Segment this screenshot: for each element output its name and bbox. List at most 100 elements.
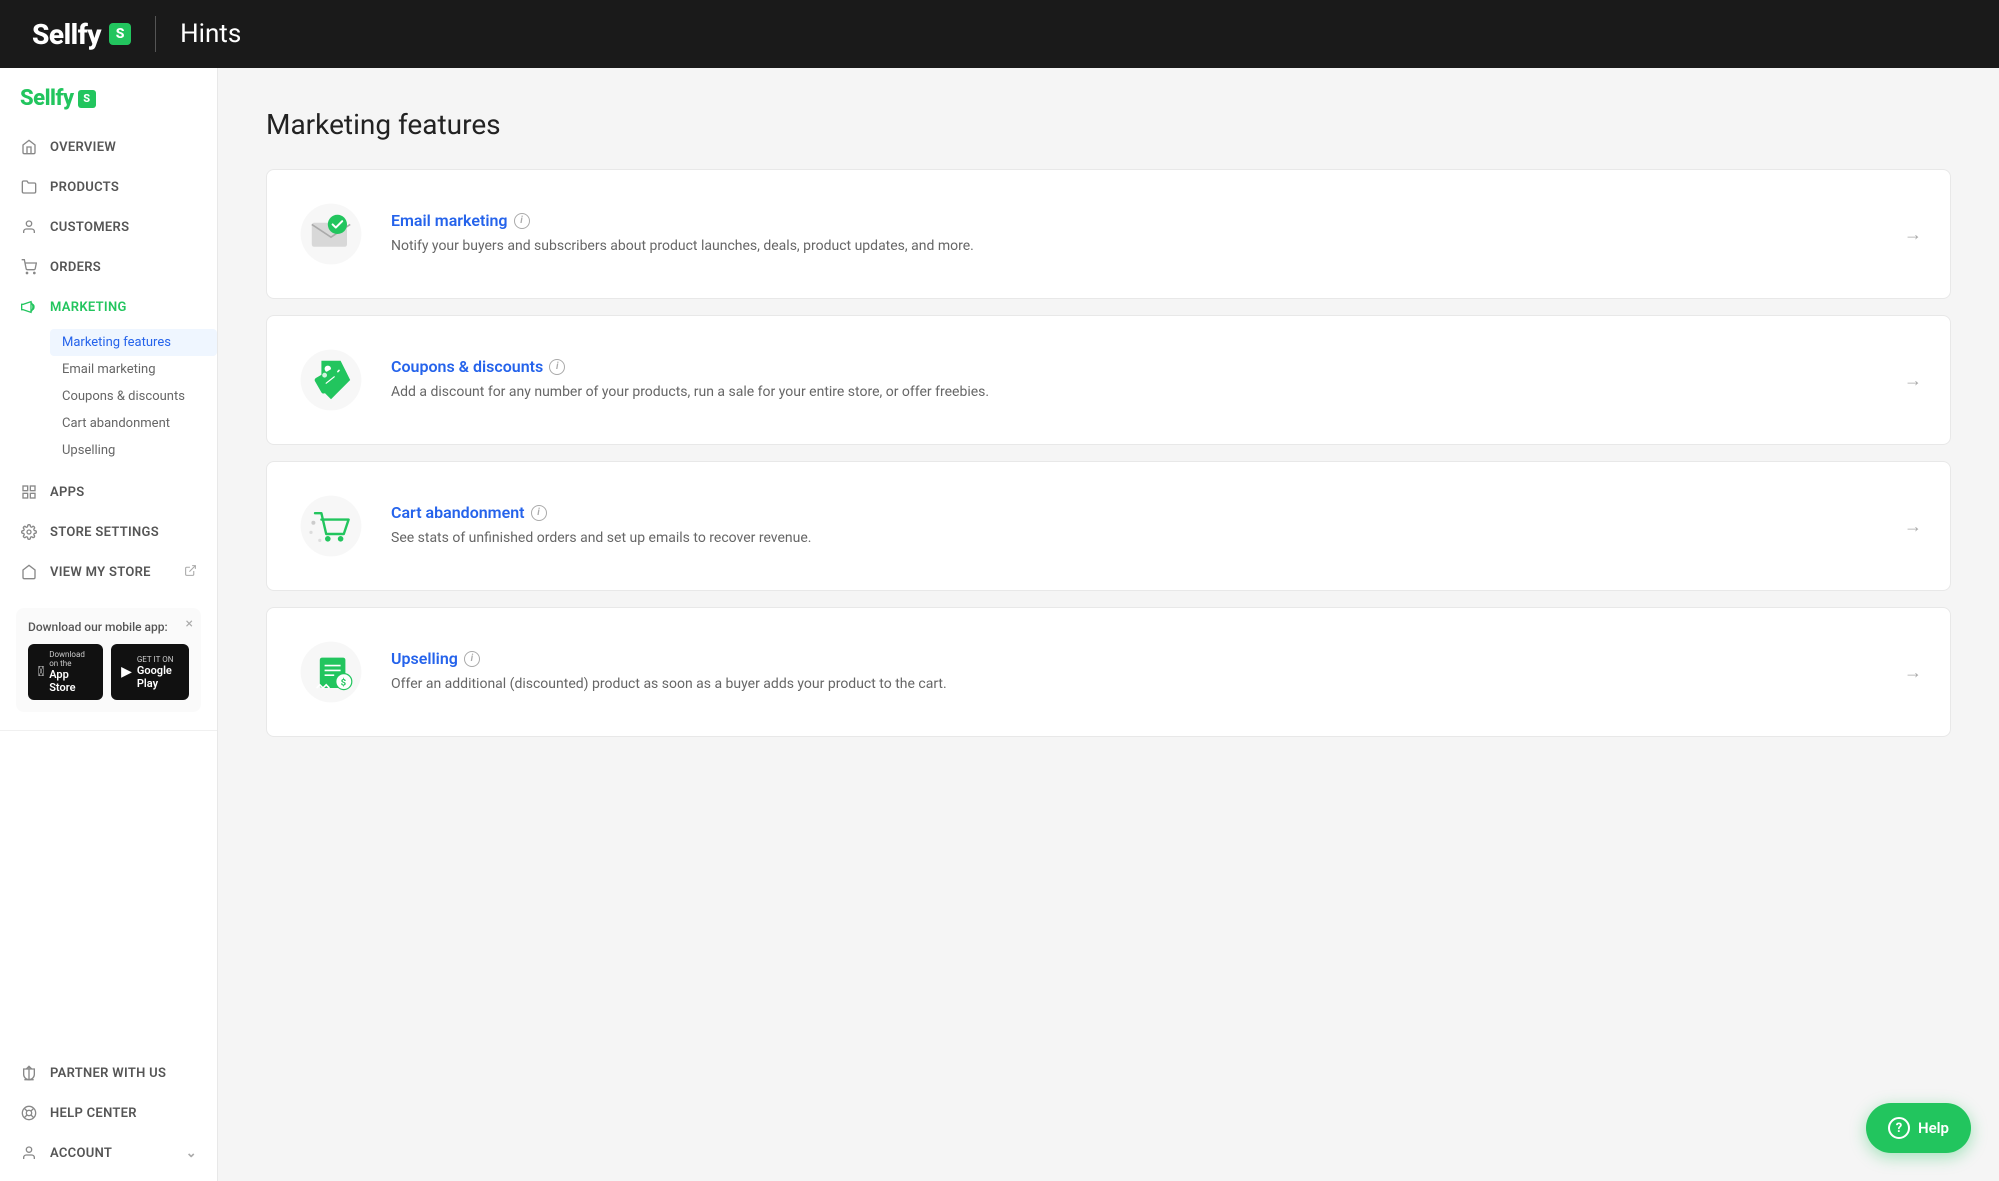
sidebar-item-label-view-my-store: View My Store	[50, 565, 151, 580]
sidebar-item-help-center[interactable]: Help Center	[0, 1093, 217, 1133]
sidebar-sub-cart-abandonment[interactable]: Cart abandonment	[50, 410, 217, 437]
upselling-title: Upselling i	[391, 649, 1880, 668]
google-play-icon: ▶	[121, 664, 132, 680]
sidebar-item-orders[interactable]: Orders	[0, 247, 217, 287]
sidebar-item-products[interactable]: Products	[0, 167, 217, 207]
sidebar-item-account[interactable]: Account ⌄	[0, 1133, 217, 1173]
sidebar-item-apps[interactable]: Apps	[0, 472, 217, 512]
sidebar: Sellfy S Overview Products	[0, 68, 218, 1181]
trophy-icon	[20, 1064, 38, 1082]
upselling-card[interactable]: $ Upselling i Offer an additional (disco…	[266, 607, 1951, 737]
coupons-content: Coupons & discounts i Add a discount for…	[391, 357, 1880, 403]
sidebar-item-label-apps: Apps	[50, 485, 85, 500]
mobile-app-title: Download our mobile app:	[28, 620, 189, 634]
apple-icon: 	[38, 664, 44, 680]
sidebar-item-label-orders: Orders	[50, 260, 101, 275]
page-title: Marketing features	[266, 108, 1951, 141]
coupons-title: Coupons & discounts i	[391, 357, 1880, 376]
account-icon	[20, 1144, 38, 1162]
cart-abandonment-info-icon[interactable]: i	[531, 505, 547, 521]
sidebar-sub-upselling[interactable]: Upselling	[50, 437, 217, 464]
home-icon	[20, 138, 38, 156]
header-logo-badge: S	[109, 23, 131, 45]
email-marketing-icon	[295, 198, 367, 270]
coupons-desc: Add a discount for any number of your pr…	[391, 382, 1880, 403]
folder-icon	[20, 178, 38, 196]
sidebar-item-store-settings[interactable]: Store Settings	[0, 512, 217, 552]
upselling-arrow: →	[1904, 662, 1922, 683]
email-marketing-info-icon[interactable]: i	[514, 213, 530, 229]
sidebar-brand-badge: S	[78, 90, 96, 108]
cart-abandonment-title: Cart abandonment i	[391, 503, 1880, 522]
upselling-info-icon[interactable]: i	[464, 651, 480, 667]
email-marketing-card[interactable]: Email marketing i Notify your buyers and…	[266, 169, 1951, 299]
upselling-icon: $	[295, 636, 367, 708]
sidebar-item-label-partner: Partner With Us	[50, 1066, 166, 1081]
sidebar-brand: Sellfy S	[20, 86, 197, 111]
store-icon	[20, 563, 38, 581]
sidebar-logo-area: Sellfy S	[0, 68, 217, 123]
marketing-sub-nav: Marketing features Email marketing Coupo…	[0, 327, 217, 472]
sidebar-item-label-account: Account	[50, 1146, 112, 1161]
megaphone-icon	[20, 298, 38, 316]
cart-abandonment-arrow: →	[1904, 516, 1922, 537]
sidebar-bottom: Partner With Us Help Center Account ⌄	[0, 1045, 217, 1181]
apps-icon	[20, 483, 38, 501]
email-marketing-content: Email marketing i Notify your buyers and…	[391, 211, 1880, 257]
header-logo: Sellfy S	[32, 18, 131, 51]
email-marketing-title: Email marketing i	[391, 211, 1880, 230]
google-play-badge[interactable]: ▶ GET IT ON Google Play	[111, 644, 189, 700]
cart-abandonment-content: Cart abandonment i See stats of unfinish…	[391, 503, 1880, 549]
sidebar-item-customers[interactable]: Customers	[0, 207, 217, 247]
sidebar-divider	[0, 730, 217, 731]
coupons-info-icon[interactable]: i	[549, 359, 565, 375]
mobile-app-close-button[interactable]: ×	[186, 616, 193, 632]
header-title: Hints	[180, 19, 241, 49]
main-layout: Sellfy S Overview Products	[0, 68, 1999, 1181]
sidebar-sub-coupons[interactable]: Coupons & discounts	[50, 383, 217, 410]
email-marketing-arrow: →	[1904, 224, 1922, 245]
google-play-sub-label: GET IT ON	[137, 655, 179, 664]
sidebar-item-label-store-settings: Store Settings	[50, 525, 159, 540]
header-divider	[155, 16, 156, 52]
mobile-app-section: × Download our mobile app:  Download on…	[16, 608, 201, 712]
chevron-down-icon: ⌄	[186, 1146, 197, 1161]
help-label: Help	[1918, 1119, 1949, 1137]
sidebar-item-label-marketing: Marketing	[50, 300, 127, 315]
sidebar-brand-text: Sellfy	[20, 86, 74, 111]
coupons-discounts-card[interactable]: Coupons & discounts i Add a discount for…	[266, 315, 1951, 445]
sidebar-item-label-customers: Customers	[50, 220, 129, 235]
email-marketing-desc: Notify your buyers and subscribers about…	[391, 236, 1880, 257]
content-area: Marketing features Email marketing i N	[218, 68, 1999, 1181]
cart-abandonment-desc: See stats of unfinished orders and set u…	[391, 528, 1880, 549]
cart-abandonment-icon	[295, 490, 367, 562]
top-header: Sellfy S Hints	[0, 0, 1999, 68]
sidebar-sub-email-marketing[interactable]: Email marketing	[50, 356, 217, 383]
sidebar-item-label-help-center: Help Center	[50, 1106, 137, 1121]
sidebar-item-partner[interactable]: Partner With Us	[0, 1053, 217, 1093]
help-question-icon: ?	[1888, 1117, 1910, 1139]
external-link-icon	[184, 564, 197, 581]
header-logo-text: Sellfy	[32, 18, 101, 51]
app-store-badge[interactable]:  Download on the App Store	[28, 644, 103, 700]
cart-abandonment-card[interactable]: Cart abandonment i See stats of unfinish…	[266, 461, 1951, 591]
upselling-content: Upselling i Offer an additional (discoun…	[391, 649, 1880, 695]
person-icon	[20, 218, 38, 236]
coupons-icon	[295, 344, 367, 416]
google-play-name: Google Play	[137, 664, 179, 690]
app-badges:  Download on the App Store ▶ GET IT ON …	[28, 644, 189, 700]
upselling-desc: Offer an additional (discounted) product…	[391, 674, 1880, 695]
gear-icon	[20, 523, 38, 541]
sidebar-sub-marketing-features[interactable]: Marketing features	[50, 329, 217, 356]
nav-section: Overview Products Customers	[0, 123, 217, 596]
help-button[interactable]: ? Help	[1866, 1103, 1971, 1153]
svg-text:$: $	[341, 678, 347, 689]
sidebar-item-marketing[interactable]: Marketing	[0, 287, 217, 327]
sidebar-item-view-my-store[interactable]: View My Store	[0, 552, 217, 592]
sidebar-item-overview[interactable]: Overview	[0, 127, 217, 167]
app-store-sub-label: Download on the	[49, 650, 93, 668]
lifering-icon	[20, 1104, 38, 1122]
orders-icon	[20, 258, 38, 276]
coupons-arrow: →	[1904, 370, 1922, 391]
app-store-name: App Store	[49, 668, 93, 694]
